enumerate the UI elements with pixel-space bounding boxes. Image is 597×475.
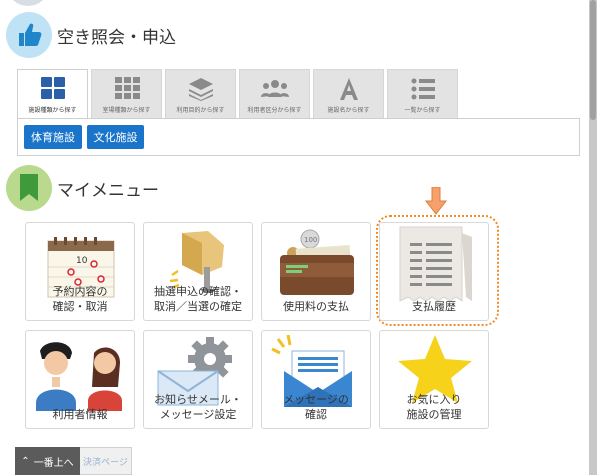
menu-label: お気に入り 施設の管理: [406, 393, 462, 421]
tab-list[interactable]: 一覧から探す: [387, 69, 458, 119]
layers-icon: [188, 78, 213, 101]
menu-card-payment-history[interactable]: 支払履歴: [379, 222, 489, 321]
menu-card-mail-settings[interactable]: お知らせメール・ メッセージ設定: [143, 330, 253, 429]
vacancy-section-header: 空き照会・申込: [6, 12, 176, 58]
menu-card-messages[interactable]: メッセージの 確認: [261, 330, 371, 429]
tab-label: 一覧から探す: [404, 107, 441, 114]
tab-facility-name[interactable]: 施設名から探す: [313, 69, 384, 119]
menu-card-user-info[interactable]: 利用者情報: [25, 330, 135, 429]
page: 空き照会・申込 施設種類から探す 室場種類から探す 利用目的から探す 利用者区分…: [0, 0, 589, 475]
tab-purpose[interactable]: 利用目的から探す: [165, 69, 236, 119]
letter-a-icon: [339, 78, 358, 100]
list-icon: [411, 78, 435, 100]
menu-label: 使用料の支払: [283, 300, 349, 313]
thumbs-up-icon: [6, 12, 52, 58]
bookmark-icon: [6, 165, 52, 211]
tab-label: 施設種類から探す: [28, 107, 77, 114]
menu-label: 予約内容の 確認・取消: [52, 285, 108, 313]
menu-card-lottery[interactable]: 抽選申込の確認・ 取消／当選の確定: [143, 222, 253, 321]
sports-facility-button[interactable]: 体育施設: [24, 125, 82, 149]
arrow-down-icon: [425, 187, 447, 215]
tab-label: 利用者区分から探す: [247, 107, 302, 114]
menu-card-favorites[interactable]: お気に入り 施設の管理: [379, 330, 489, 429]
grid-icon: [40, 77, 65, 99]
back-to-top-button[interactable]: ⌃ 一番上へ: [15, 447, 80, 475]
top-partial-badge: [8, 0, 48, 6]
menu-card-payment[interactable]: 100 使用料の支払: [261, 222, 371, 321]
mymenu-section-header: マイメニュー: [6, 165, 159, 211]
tab-user-category[interactable]: 利用者区分から探す: [239, 69, 310, 119]
payment-page-link[interactable]: 決済ページ: [83, 455, 128, 468]
menu-label: メッセージの 確認: [283, 393, 349, 421]
menu-card-reservations[interactable]: 10 予約内容の 確認・取消: [25, 222, 135, 321]
tab-label: 利用目的から探す: [176, 107, 225, 114]
chevron-up-icon: ⌃: [21, 455, 30, 467]
culture-facility-button[interactable]: 文化施設: [87, 125, 144, 149]
mymenu-section-title: マイメニュー: [57, 180, 159, 201]
tab-label: 室場種類から探す: [102, 107, 151, 114]
svg-text:10: 10: [76, 256, 88, 266]
tab-room-type[interactable]: 室場種類から探す: [91, 69, 162, 119]
scrollbar-thumb[interactable]: [590, 0, 596, 120]
vacancy-section-title: 空き照会・申込: [57, 27, 176, 48]
tab-facility-type[interactable]: 施設種類から探す: [17, 69, 88, 120]
tab-label: 施設名から探す: [327, 107, 370, 114]
search-tabs: 施設種類から探す 室場種類から探す 利用目的から探す 利用者区分から探す 施設名…: [17, 69, 458, 120]
menu-label: お知らせメール・ メッセージ設定: [154, 393, 242, 421]
svg-text:100: 100: [304, 236, 317, 244]
menu-label: 利用者情報: [52, 408, 108, 421]
menu-label: 抽選申込の確認・ 取消／当選の確定: [154, 285, 242, 313]
menu-label: 支払履歴: [412, 300, 456, 313]
back-to-top-label: 一番上へ: [33, 457, 74, 469]
scrollbar[interactable]: [589, 0, 597, 475]
grid9-icon: [114, 77, 140, 99]
users-icon: [260, 80, 289, 97]
